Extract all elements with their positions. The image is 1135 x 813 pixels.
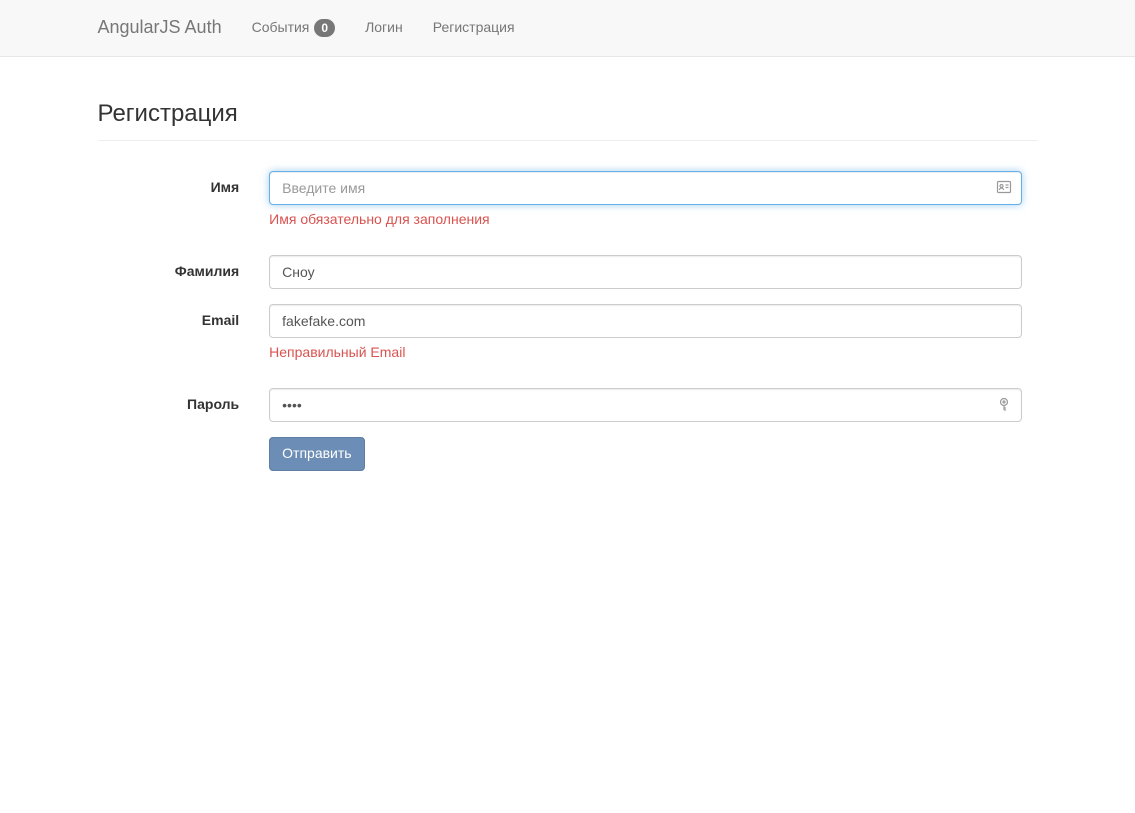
nav-link-events-label: События xyxy=(252,18,310,38)
form-group-submit: Отправить xyxy=(98,437,1038,471)
navbar-brand[interactable]: AngularJS Auth xyxy=(98,0,237,56)
email-input[interactable] xyxy=(269,304,1022,338)
name-input[interactable] xyxy=(269,171,1022,205)
surname-input[interactable] xyxy=(269,255,1022,289)
form-group-name: Имя Имя обязательно для заполнения xyxy=(98,171,1038,240)
events-badge: 0 xyxy=(314,19,335,37)
name-error: Имя обязательно для заполнения xyxy=(269,210,1022,230)
form-group-password: Пароль xyxy=(98,388,1038,422)
key-icon xyxy=(996,396,1012,412)
page-title: Регистрация xyxy=(98,97,1038,131)
form-group-email: Email Неправильный Email xyxy=(98,304,1038,373)
contact-card-icon xyxy=(996,179,1012,195)
email-error: Неправильный Email xyxy=(269,343,1022,363)
navbar: AngularJS Auth События 0 Логин Регистрац… xyxy=(0,0,1135,57)
email-label: Email xyxy=(98,304,255,331)
surname-label: Фамилия xyxy=(98,255,255,282)
form-group-surname: Фамилия xyxy=(98,255,1038,289)
password-input[interactable] xyxy=(269,388,1022,422)
name-label: Имя xyxy=(98,171,255,198)
password-label: Пароль xyxy=(98,388,255,415)
nav-link-login[interactable]: Логин xyxy=(350,3,418,53)
page-header: Регистрация xyxy=(98,97,1038,141)
submit-button[interactable]: Отправить xyxy=(269,437,364,471)
nav-link-events[interactable]: События 0 xyxy=(237,3,350,53)
registration-form: Имя Имя обязательно для заполнения Фамил… xyxy=(98,171,1038,471)
nav-link-register[interactable]: Регистрация xyxy=(418,3,530,53)
